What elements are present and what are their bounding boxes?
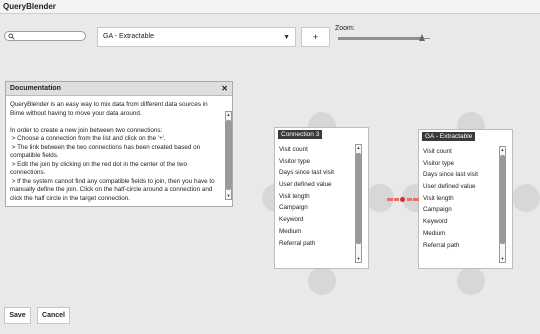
field-item[interactable]: Visit length: [279, 191, 354, 203]
search-input[interactable]: [4, 31, 86, 41]
scrollbar-thumb[interactable]: [226, 120, 231, 190]
field-item[interactable]: Medium: [423, 228, 498, 240]
save-button[interactable]: Save: [4, 307, 31, 324]
zoom-slider-thumb[interactable]: [418, 34, 425, 41]
documentation-scrollbar[interactable]: ▲ ▼: [225, 111, 232, 200]
documentation-line: QueryBlender is an easy way to mix data …: [10, 101, 210, 117]
scrollbar-thumb[interactable]: [356, 153, 361, 244]
connection-card-title: GA - Extractable: [422, 132, 476, 141]
documentation-line: > The link between the two connections h…: [10, 143, 202, 160]
join-line: [413, 198, 419, 201]
documentation-panel: Documentation ✕ QueryBlender is an easy …: [5, 81, 233, 207]
join-handle[interactable]: [308, 267, 336, 295]
field-item[interactable]: Campaign: [279, 202, 354, 214]
join-line: [394, 198, 399, 201]
field-item[interactable]: Keyword: [279, 214, 354, 226]
scroll-down-icon[interactable]: ▼: [356, 256, 361, 262]
zoom-slider-fill: [338, 37, 422, 40]
connection-card-left[interactable]: Connection 3 Visit count Visitor type Days…: [274, 127, 369, 269]
field-item[interactable]: Referral path: [279, 238, 354, 250]
field-list-scrollbar[interactable]: ▲ ▼: [499, 146, 506, 263]
field-list: Visit count Visitor type Days since last v…: [279, 144, 354, 249]
field-item[interactable]: Visitor type: [279, 156, 354, 168]
scrollbar-thumb[interactable]: [500, 155, 505, 244]
documentation-line: > Edit the join by clicking on the red d…: [10, 160, 189, 177]
documentation-title: Documentation: [10, 85, 61, 92]
zoom-slider[interactable]: [338, 34, 430, 41]
field-item[interactable]: Visit count: [279, 144, 354, 156]
scroll-down-icon[interactable]: ▼: [226, 193, 231, 199]
field-item[interactable]: Visitor type: [423, 158, 498, 170]
documentation-header: Documentation ✕: [6, 82, 232, 96]
app-title: QueryBlender: [3, 2, 56, 11]
connection-card-title: Connection 3: [278, 130, 323, 139]
search-icon: [8, 33, 15, 40]
field-list: Visit count Visitor type Days since last v…: [423, 146, 498, 251]
connection-select-value: GA - Extractable: [103, 33, 154, 40]
documentation-line: [10, 118, 222, 127]
title-bar: QueryBlender: [0, 0, 540, 14]
scroll-up-icon[interactable]: ▲: [226, 112, 231, 118]
field-item[interactable]: Medium: [279, 226, 354, 238]
field-item[interactable]: Visit count: [423, 146, 498, 158]
documentation-text: QueryBlender is an easy way to mix data …: [10, 101, 222, 204]
join-handle[interactable]: [457, 267, 485, 295]
field-item[interactable]: Referral path: [423, 240, 498, 252]
close-icon[interactable]: ✕: [221, 84, 228, 93]
field-item[interactable]: Campaign: [423, 204, 498, 216]
field-item[interactable]: User defined value: [279, 179, 354, 191]
field-list-scrollbar[interactable]: ▲ ▼: [355, 144, 362, 263]
zoom-label: Zoom:: [335, 25, 355, 32]
join-connector: [387, 197, 419, 202]
connection-select[interactable]: GA - Extractable ▼: [97, 27, 296, 47]
field-item[interactable]: Visit length: [423, 193, 498, 205]
chevron-down-icon: ▼: [283, 34, 290, 41]
join-line: [407, 198, 412, 201]
scroll-up-icon[interactable]: ▲: [500, 147, 505, 153]
field-item[interactable]: Keyword: [423, 216, 498, 228]
add-connection-button[interactable]: +: [301, 27, 330, 47]
join-handle[interactable]: [512, 184, 540, 212]
documentation-line: > Choose a connection from the list and …: [10, 135, 166, 142]
field-item[interactable]: Days since last visit: [423, 169, 498, 181]
join-line: [387, 198, 393, 201]
documentation-line: In order to create a new join between tw…: [10, 126, 163, 134]
cancel-button[interactable]: Cancel: [37, 307, 70, 324]
documentation-line: > If the system cannot find any compatib…: [10, 177, 217, 202]
connection-card-right[interactable]: GA - Extractable Visit count Visitor type…: [418, 129, 513, 269]
scroll-down-icon[interactable]: ▼: [500, 256, 505, 262]
join-edit-dot[interactable]: [400, 197, 405, 202]
field-item[interactable]: User defined value: [423, 181, 498, 193]
field-item[interactable]: Days since last visit: [279, 167, 354, 179]
scroll-up-icon[interactable]: ▲: [356, 145, 361, 151]
